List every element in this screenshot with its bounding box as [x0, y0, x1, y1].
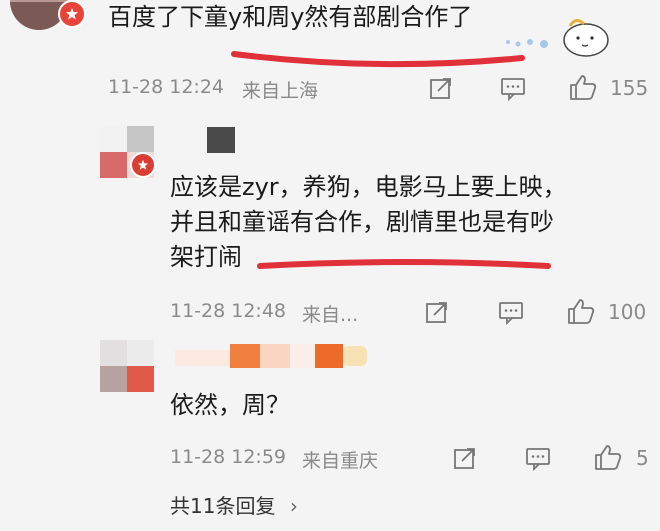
like-count: 5: [636, 446, 649, 470]
avatar[interactable]: [100, 340, 154, 392]
username-redacted[interactable]: [175, 344, 375, 368]
comment-location: 来自...: [302, 304, 359, 326]
share-icon[interactable]: [426, 73, 456, 103]
comment-location: 来自重庆: [302, 450, 379, 472]
comment-text-line: 架打闹: [170, 243, 242, 271]
comment-location: 来自上海: [242, 80, 319, 102]
thumbs-up-icon[interactable]: [593, 442, 623, 472]
comment-icon[interactable]: [523, 443, 553, 473]
username-redacted[interactable]: [207, 127, 235, 153]
comment-icon[interactable]: [496, 297, 526, 327]
comment-time: 11-28 12:24: [108, 76, 225, 98]
highlight-underline: [257, 259, 551, 269]
highlight-underline: [231, 51, 525, 68]
comment-time: 11-28 12:48: [170, 300, 287, 322]
verified-badge-icon: [58, 0, 86, 28]
comment-text: 依然，周？: [170, 391, 290, 419]
verified-badge-icon: [130, 152, 156, 178]
comment-time: 11-28 12:59: [170, 446, 287, 468]
comment-text: 百度了下童y和周y然有部剧合作了: [108, 3, 473, 31]
view-replies-link[interactable]: 共11条回复 ›: [170, 490, 298, 519]
chevron-right-icon: ›: [289, 494, 298, 518]
like-count: 100: [608, 300, 647, 324]
like-count: 155: [610, 76, 649, 100]
thumbs-up-icon[interactable]: [568, 72, 598, 102]
share-icon[interactable]: [422, 297, 452, 327]
comment-icon[interactable]: [498, 73, 528, 103]
thumbs-up-icon[interactable]: [566, 296, 596, 326]
comment-text-line: 应该是zyr，养狗，电影马上要上映，: [170, 173, 567, 201]
view-replies-label: 共11条回复: [170, 494, 276, 518]
comment-text-line: 并且和童谣有合作，剧情里也是有吵: [170, 208, 554, 236]
share-icon[interactable]: [450, 443, 480, 473]
cartoon-sticker-icon: [500, 12, 650, 57]
